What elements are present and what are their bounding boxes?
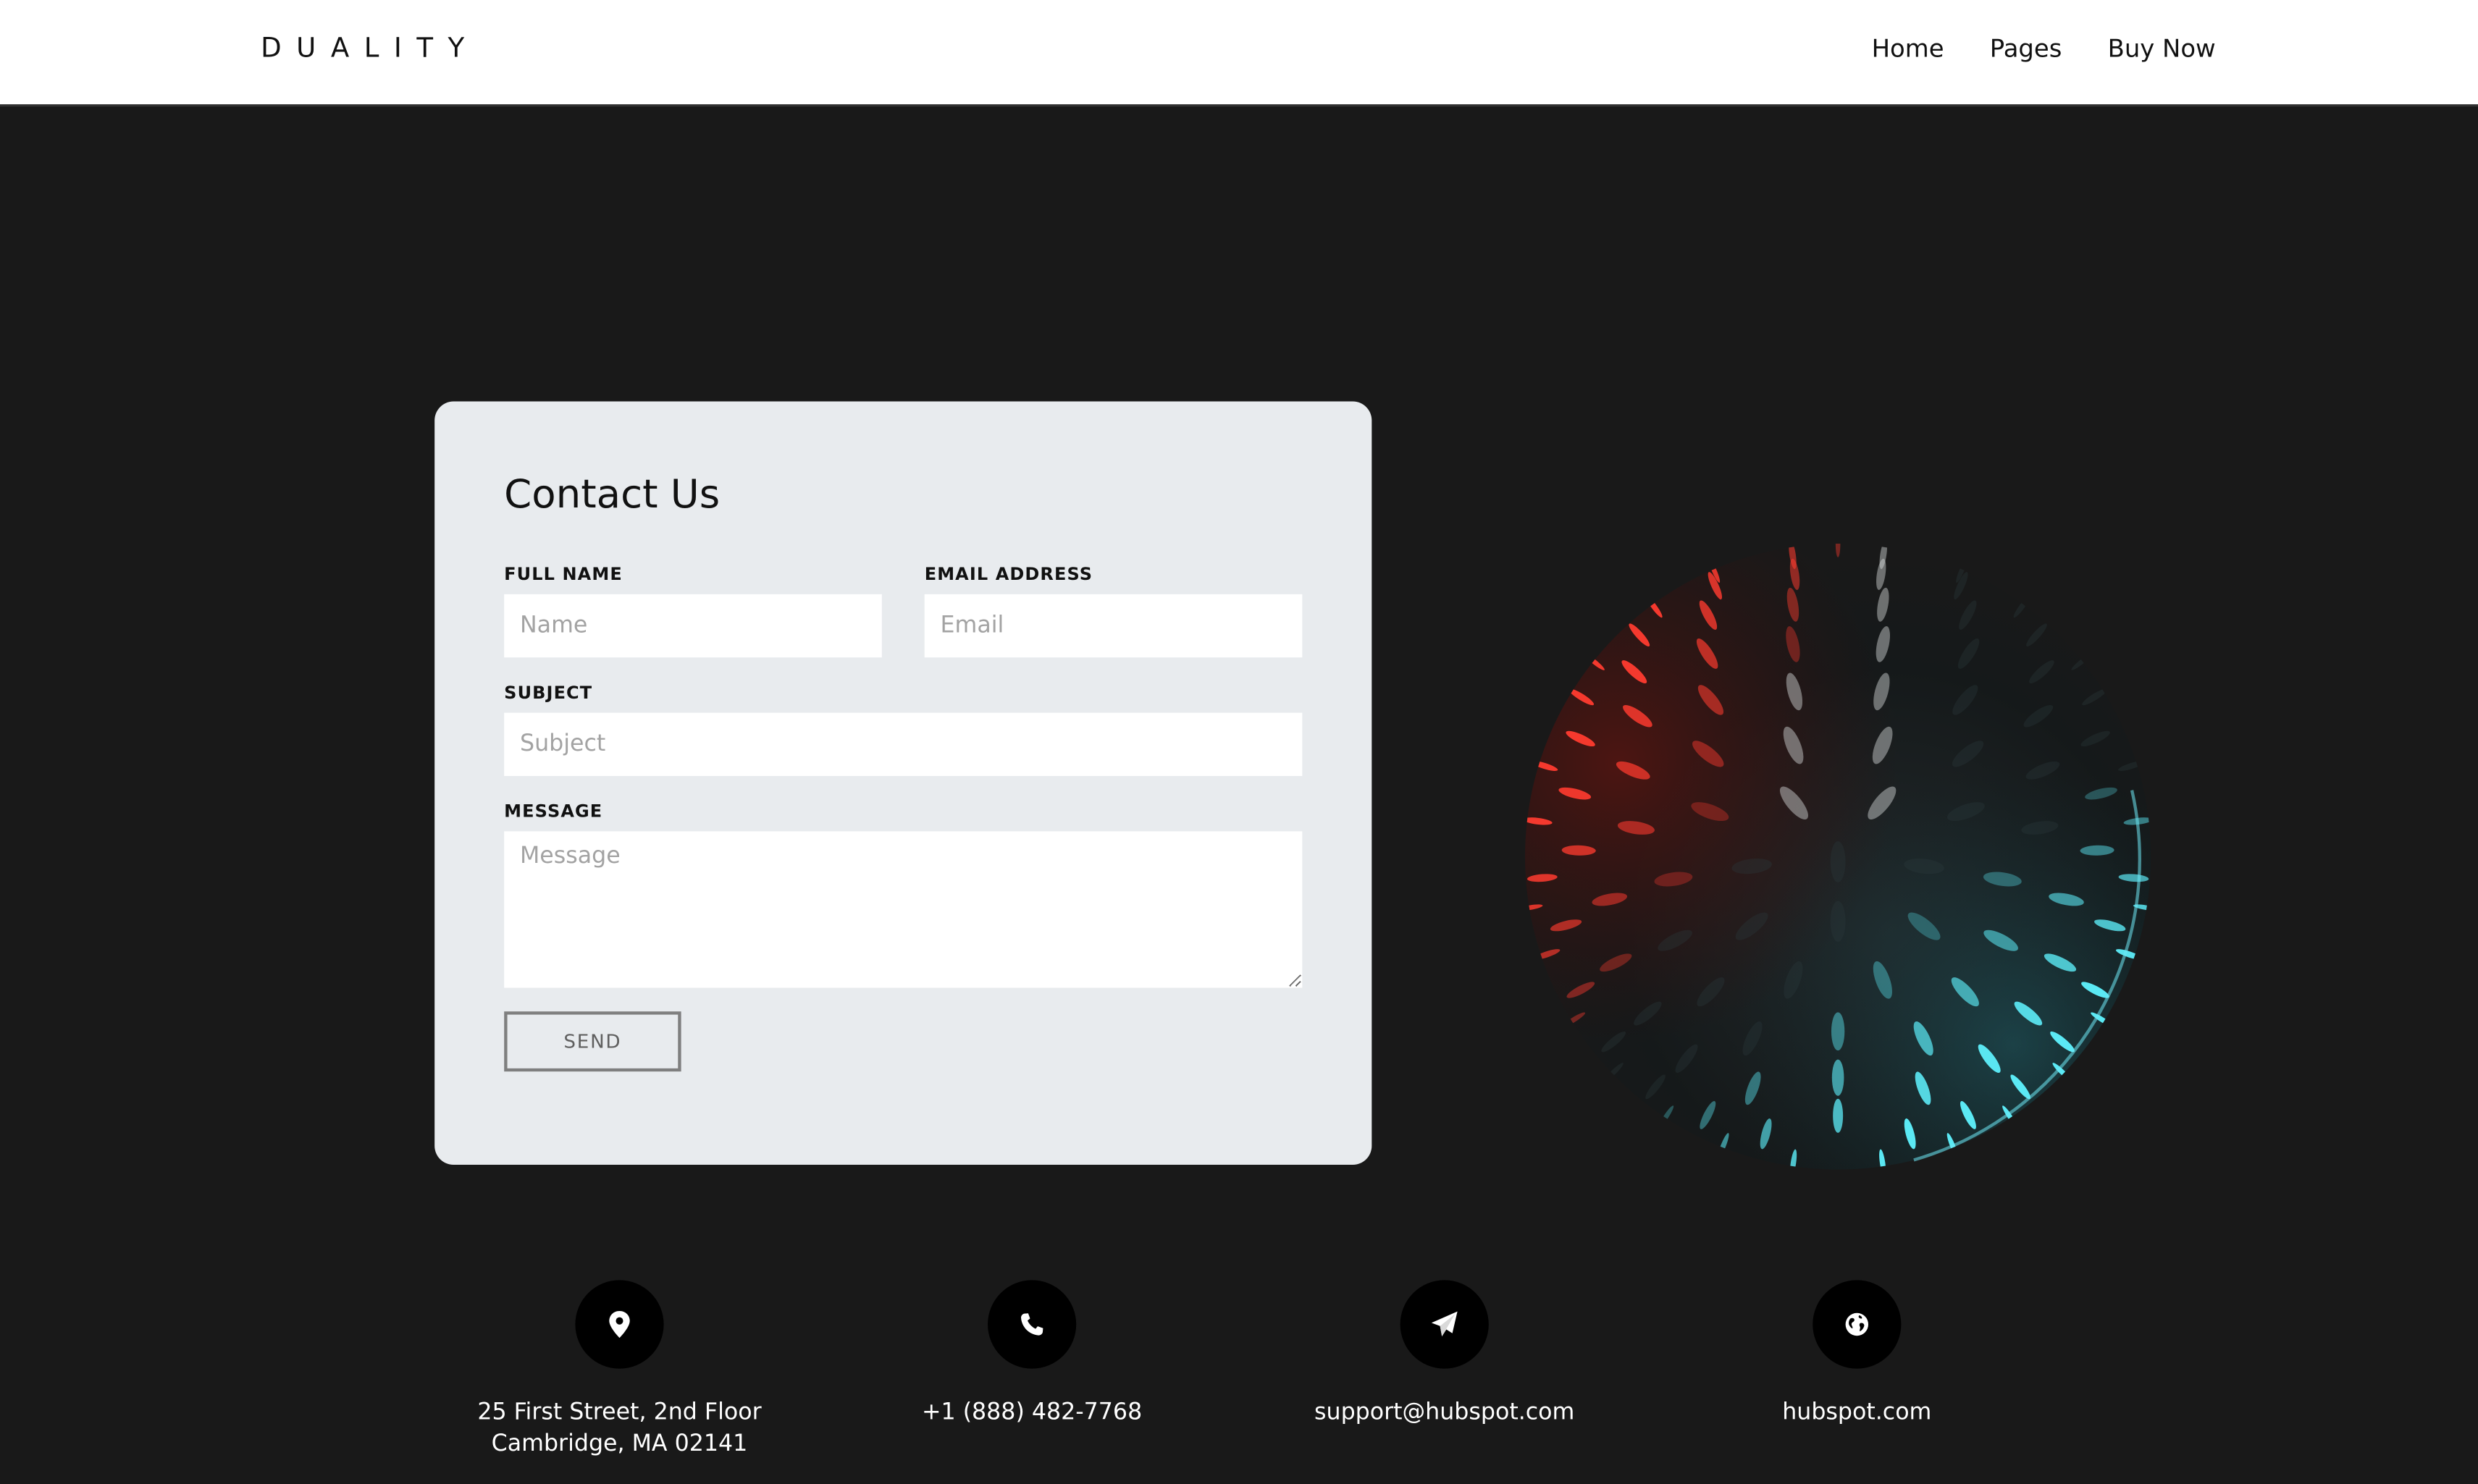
sphere-dimple: [1831, 1059, 1844, 1096]
subject-label: SUBJECT: [504, 683, 593, 704]
contact-form-title: Contact Us: [504, 471, 721, 517]
contact-form-card: Contact Us FULL NAME EMAIL ADDRESS SUBJE…: [434, 401, 1372, 1165]
email-label: EMAIL ADDRESS: [924, 564, 1093, 585]
message-label: MESSAGE: [504, 801, 603, 822]
site-logo[interactable]: DUALITY: [261, 33, 479, 65]
sphere-dimple: [1833, 1098, 1844, 1133]
sphere-dimple: [1831, 1012, 1845, 1051]
sphere-graphic: [1525, 544, 2151, 1170]
nav-link-home[interactable]: Home: [1872, 35, 1944, 63]
phone-text[interactable]: +1 (888) 482-7768: [826, 1397, 1237, 1429]
map-pin-icon: [609, 1310, 630, 1338]
nav-link-buy-now[interactable]: Buy Now: [2108, 35, 2216, 63]
message-textarea[interactable]: [504, 831, 1303, 988]
phone-icon-button[interactable]: [988, 1280, 1077, 1369]
address-info: 25 First Street, 2nd Floor Cambridge, MA…: [414, 1280, 825, 1460]
full-name-label: FULL NAME: [504, 564, 623, 585]
website-info: hubspot.com: [1652, 1280, 2062, 1428]
website-icon-button[interactable]: [1813, 1280, 1902, 1369]
decorative-sphere: [1519, 537, 2157, 1176]
nav-link-pages[interactable]: Pages: [1990, 35, 2062, 63]
subject-input[interactable]: [504, 712, 1303, 776]
paper-plane-icon: [1431, 1311, 1458, 1337]
email-input[interactable]: [924, 594, 1303, 658]
address-icon-button[interactable]: [575, 1280, 664, 1369]
address-text: 25 First Street, 2nd Floor Cambridge, MA…: [414, 1397, 825, 1460]
email-icon-button[interactable]: [1400, 1280, 1489, 1369]
website-text[interactable]: hubspot.com: [1652, 1397, 2062, 1429]
email-text[interactable]: support@hubspot.com: [1239, 1397, 1650, 1429]
phone-icon: [1021, 1313, 1043, 1336]
send-button[interactable]: SEND: [504, 1011, 681, 1072]
email-info: support@hubspot.com: [1239, 1280, 1650, 1428]
globe-icon: [1845, 1312, 1869, 1336]
sphere-dimple: [1830, 901, 1846, 942]
page-canvas: DUALITY Home Pages Buy Now Contact Us FU…: [0, 0, 2478, 1484]
address-line-2: Cambridge, MA 02141: [491, 1431, 748, 1457]
main-nav: Home Pages Buy Now: [1826, 35, 2216, 63]
address-line-1: 25 First Street, 2nd Floor: [477, 1400, 762, 1426]
site-header: DUALITY Home Pages Buy Now: [0, 0, 2478, 106]
full-name-input[interactable]: [504, 594, 882, 658]
phone-info: +1 (888) 482-7768: [826, 1280, 1237, 1428]
sphere-dimple: [1830, 841, 1846, 882]
